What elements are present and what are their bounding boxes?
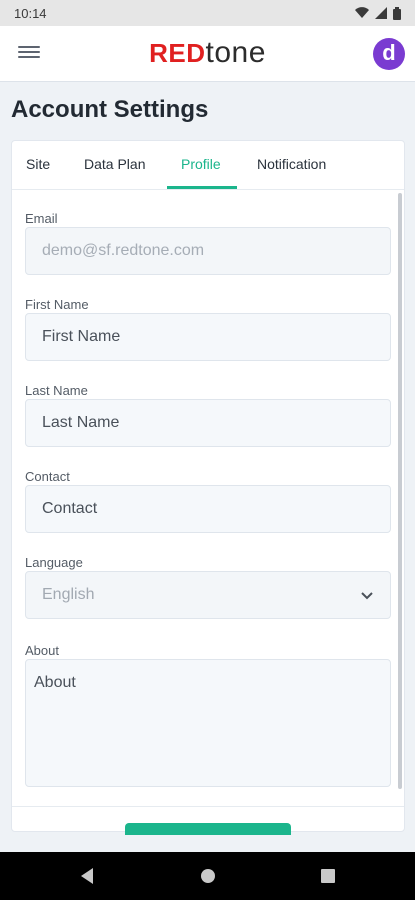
first-name-input[interactable]	[25, 313, 391, 361]
language-select[interactable]: English	[25, 571, 391, 619]
language-label: Language	[25, 555, 83, 570]
wifi-icon	[355, 7, 369, 19]
settings-tabs: Site Data Plan Profile Notification	[12, 141, 404, 190]
tab-site[interactable]: Site	[26, 141, 50, 189]
recents-square-icon[interactable]	[318, 866, 338, 886]
contact-label: Contact	[25, 469, 70, 484]
logo-red-text: RED	[149, 38, 206, 68]
contact-input[interactable]	[25, 485, 391, 533]
email-label: Email	[25, 211, 58, 226]
chevron-down-icon	[361, 591, 373, 599]
app-header: REDtone d	[0, 26, 415, 82]
signal-icon	[375, 7, 387, 19]
logo-tone-text: tone	[205, 36, 266, 69]
save-button[interactable]	[125, 823, 291, 835]
language-selected-value: English	[42, 586, 95, 603]
settings-card: Site Data Plan Profile Notification Emai…	[11, 140, 405, 832]
avatar[interactable]: d	[373, 38, 405, 70]
battery-icon	[393, 6, 401, 20]
last-name-input[interactable]	[25, 399, 391, 447]
tab-notification[interactable]: Notification	[257, 141, 326, 189]
language-select-box[interactable]: English	[25, 571, 391, 619]
status-time: 10:14	[14, 5, 47, 21]
status-bar: 10:14	[0, 0, 415, 26]
back-triangle-icon[interactable]	[78, 866, 98, 886]
first-name-label: First Name	[25, 297, 89, 312]
about-textarea[interactable]	[25, 659, 391, 787]
tab-profile[interactable]: Profile	[167, 141, 237, 189]
redtone-logo: REDtone	[0, 36, 415, 70]
last-name-label: Last Name	[25, 383, 88, 398]
home-circle-icon[interactable]	[198, 866, 218, 886]
page-title: Account Settings	[11, 96, 209, 123]
tab-data-plan[interactable]: Data Plan	[84, 141, 145, 189]
scrollbar[interactable]	[398, 193, 402, 789]
email-field[interactable]	[25, 227, 391, 275]
status-icons	[355, 6, 401, 20]
android-nav-bar	[0, 852, 415, 900]
about-label: About	[25, 643, 59, 658]
card-divider	[12, 806, 404, 807]
